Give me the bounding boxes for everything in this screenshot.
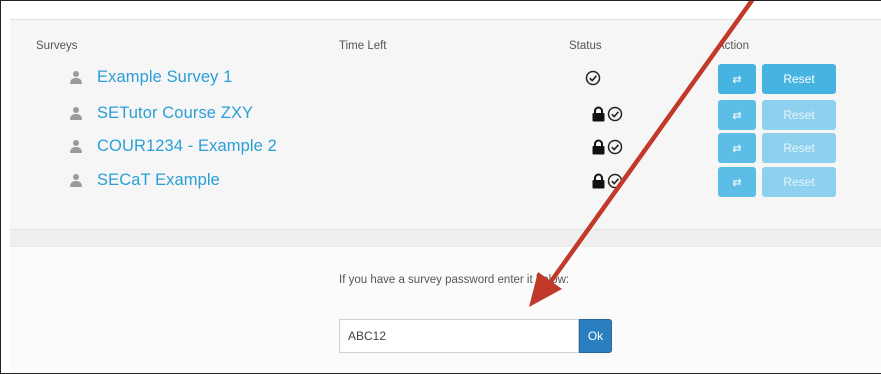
column-header-action: Action <box>717 40 749 52</box>
survey-row: SECaT Example ⇄ Reset <box>1 167 881 197</box>
password-prompt: If you have a survey password enter it b… <box>339 274 570 286</box>
check-circle-icon <box>585 70 601 86</box>
panel-divider <box>10 229 881 247</box>
swap-button[interactable]: ⇄ <box>718 64 756 94</box>
user-icon <box>70 71 82 85</box>
column-header-status: Status <box>569 40 602 52</box>
lock-icon <box>592 106 605 122</box>
reset-button[interactable]: Reset <box>762 64 836 94</box>
survey-link[interactable]: Example Survey 1 <box>97 68 233 87</box>
survey-row: Example Survey 1 ⇄ Reset <box>1 64 881 94</box>
survey-row: COUR1234 - Example 2 ⇄ Reset <box>1 133 881 163</box>
password-input[interactable] <box>339 319 579 353</box>
swap-button[interactable]: ⇄ <box>718 167 756 197</box>
reset-button[interactable]: Reset <box>762 100 836 130</box>
column-header-time-left: Time Left <box>339 40 387 52</box>
ok-button[interactable]: Ok <box>579 319 612 353</box>
user-icon <box>70 107 82 121</box>
reset-button[interactable]: Reset <box>762 167 836 197</box>
password-panel <box>10 248 881 373</box>
swap-button[interactable]: ⇄ <box>718 133 756 163</box>
check-circle-icon <box>607 139 623 155</box>
user-icon <box>70 140 82 154</box>
column-header-surveys: Surveys <box>36 40 78 52</box>
check-circle-icon <box>607 173 623 189</box>
reset-button[interactable]: Reset <box>762 133 836 163</box>
lock-icon <box>592 139 605 155</box>
survey-link[interactable]: COUR1234 - Example 2 <box>97 137 277 156</box>
lock-icon <box>592 173 605 189</box>
survey-link[interactable]: SETutor Course ZXY <box>97 104 253 123</box>
survey-page: Surveys Time Left Status Action Example … <box>0 0 881 374</box>
survey-link[interactable]: SECaT Example <box>97 171 220 190</box>
survey-row: SETutor Course ZXY ⇄ Reset <box>1 100 881 130</box>
swap-button[interactable]: ⇄ <box>718 100 756 130</box>
user-icon <box>70 174 82 188</box>
check-circle-icon <box>607 106 623 122</box>
